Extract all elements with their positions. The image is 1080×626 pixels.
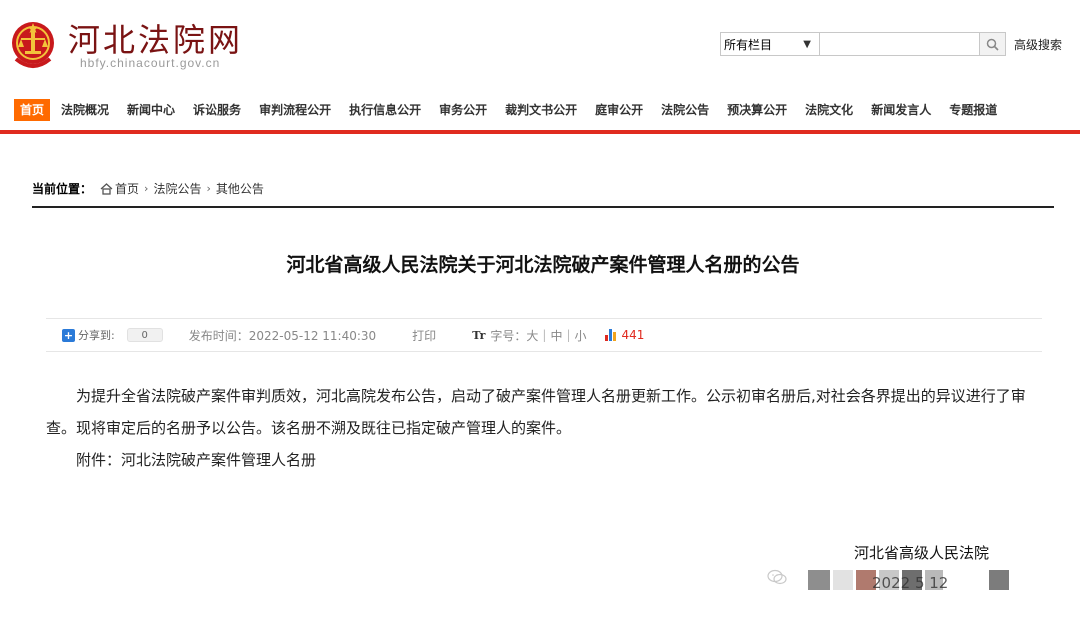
- article-meta-bar: + 分享到: 0 发布时间：2022-05-12 11:40:30 打印 Tr …: [46, 318, 1042, 352]
- advanced-search-link[interactable]: 高级搜索: [1014, 36, 1062, 53]
- breadcrumb-label: 当前位置：: [32, 182, 93, 196]
- signature-date: 2022 5 12: [872, 574, 949, 592]
- font-size-medium-button[interactable]: 中: [550, 327, 562, 344]
- font-size-separator: |: [542, 328, 547, 342]
- nav-item-budget[interactable]: 预决算公开: [720, 99, 794, 121]
- nav-item-trial-process[interactable]: 审判流程公开: [252, 99, 338, 121]
- search-category-value: 所有栏目: [724, 37, 773, 52]
- print-button[interactable]: 打印: [412, 327, 436, 344]
- search-icon: [986, 38, 999, 51]
- chevron-down-icon: ▼: [803, 39, 811, 50]
- wechat-watermark-icon: [767, 569, 787, 585]
- font-size-separator: |: [566, 328, 571, 342]
- publish-time: 发布时间：2022-05-12 11:40:30: [188, 328, 377, 343]
- site-title[interactable]: 河北法院网: [68, 20, 243, 60]
- nav-item-judgments[interactable]: 裁判文书公开: [498, 99, 584, 121]
- share-count-badge: 0: [126, 328, 163, 342]
- search-category-select[interactable]: 所有栏目 ▼: [720, 32, 820, 56]
- nav-item-litigation-service[interactable]: 诉讼服务: [186, 99, 248, 121]
- nav-item-court-notices[interactable]: 法院公告: [654, 99, 716, 121]
- font-size-icon: Tr: [472, 328, 486, 342]
- nav-item-special-reports[interactable]: 专题报道: [942, 99, 1004, 121]
- article-title: 河北省高级人民法院关于河北法院破产案件管理人名册的公告: [286, 254, 800, 276]
- article-paragraph: 为提升全省法院破产案件审判质效，河北高院发布公告，启动了破产案件管理人名册更新工…: [46, 387, 1026, 437]
- nav-item-court-culture[interactable]: 法院文化: [798, 99, 860, 121]
- breadcrumb-home[interactable]: 首页: [115, 180, 139, 197]
- chevron-right-icon: ›: [206, 182, 211, 195]
- main-nav: 首页 法院概况 新闻中心 诉讼服务 审判流程公开 执行信息公开 审务公开 裁判文…: [0, 96, 1080, 124]
- nav-item-court-affairs[interactable]: 审务公开: [432, 99, 494, 121]
- signature-court: 河北省高级人民法院: [854, 544, 990, 562]
- breadcrumb: 当前位置： 首页 › 法院公告 › 其他公告: [32, 180, 264, 197]
- nav-item-trial-open[interactable]: 庭审公开: [588, 99, 650, 121]
- nav-item-court-overview[interactable]: 法院概况: [54, 99, 116, 121]
- home-icon: [100, 182, 113, 195]
- breadcrumb-court-notices[interactable]: 法院公告: [153, 180, 201, 197]
- nav-item-news-center[interactable]: 新闻中心: [120, 99, 182, 121]
- search-input[interactable]: [820, 32, 980, 56]
- font-size-large-button[interactable]: 大: [526, 327, 538, 344]
- site-header: 河北法院网 hbfy.chinacourt.gov.cn 所有栏目 ▼ 高级搜索: [0, 0, 1080, 90]
- nav-item-spokesperson[interactable]: 新闻发言人: [864, 99, 938, 121]
- search-button[interactable]: [980, 32, 1006, 56]
- breadcrumb-other-notices[interactable]: 其他公告: [216, 180, 264, 197]
- bar-chart-icon: [604, 329, 619, 341]
- font-size-label: 字号：: [490, 328, 527, 343]
- article-body: 为提升全省法院破产案件审判质效，河北高院发布公告，启动了破产案件管理人名册更新工…: [46, 380, 1046, 476]
- search-box: 所有栏目 ▼: [720, 32, 1006, 56]
- nav-item-home[interactable]: 首页: [14, 99, 51, 121]
- article-attachment[interactable]: 附件：河北法院破产案件管理人名册: [46, 444, 1046, 476]
- font-size-small-button[interactable]: 小: [575, 327, 587, 344]
- court-emblem-logo: [12, 22, 54, 68]
- view-count: 441: [621, 328, 645, 342]
- breadcrumb-divider: [32, 206, 1054, 208]
- share-label[interactable]: 分享到:: [78, 327, 115, 343]
- nav-item-enforcement-info[interactable]: 执行信息公开: [342, 99, 428, 121]
- chevron-right-icon: ›: [144, 182, 149, 195]
- share-plus-icon[interactable]: +: [62, 328, 75, 342]
- site-url: hbfy.chinacourt.gov.cn: [80, 56, 221, 70]
- nav-divider: [0, 130, 1080, 134]
